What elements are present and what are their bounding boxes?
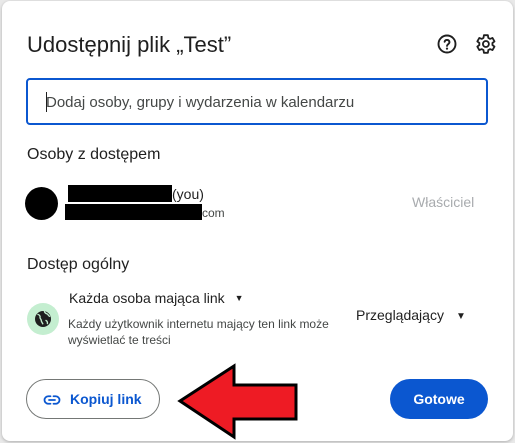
- add-people-field[interactable]: [26, 78, 488, 125]
- owner-role-label: Właściciel: [412, 194, 475, 210]
- general-access-option: Każda osoba mająca link: [69, 290, 225, 306]
- role-dropdown[interactable]: Przeglądający ▼: [356, 307, 466, 323]
- redacted-name: [68, 185, 172, 202]
- dropdown-arrow-icon: ▼: [234, 293, 244, 303]
- person-email-suffix: com: [202, 206, 225, 220]
- dropdown-arrow-icon: ▼: [455, 311, 466, 322]
- general-access-description: Każdy użytkownik internetu mający ten li…: [68, 317, 329, 347]
- gear-icon[interactable]: [473, 32, 497, 56]
- help-icon[interactable]: [435, 32, 459, 56]
- copy-link-label: Kopiuj link: [70, 391, 142, 407]
- share-dialog: Udostępnij plik „Test” Osoby z dostępem …: [2, 1, 513, 441]
- add-people-input[interactable]: [46, 90, 466, 114]
- general-access-dropdown[interactable]: Każda osoba mająca link ▼: [69, 290, 244, 306]
- annotation-arrow-icon: [177, 363, 298, 440]
- copy-link-button[interactable]: Kopiuj link: [26, 379, 160, 419]
- redacted-email: [65, 204, 202, 220]
- done-button[interactable]: Gotowe: [390, 379, 488, 419]
- people-with-access-heading: Osoby z dostępem: [27, 146, 161, 163]
- dialog-title: Udostępnij plik „Test”: [27, 32, 232, 57]
- done-label: Gotowe: [413, 391, 465, 407]
- role-label: Przeglądający: [356, 307, 444, 323]
- globe-icon: [27, 303, 59, 335]
- avatar: [25, 187, 58, 220]
- person-name-suffix: (you): [172, 186, 204, 202]
- link-icon: [43, 395, 61, 405]
- general-access-heading: Dostęp ogólny: [27, 256, 130, 273]
